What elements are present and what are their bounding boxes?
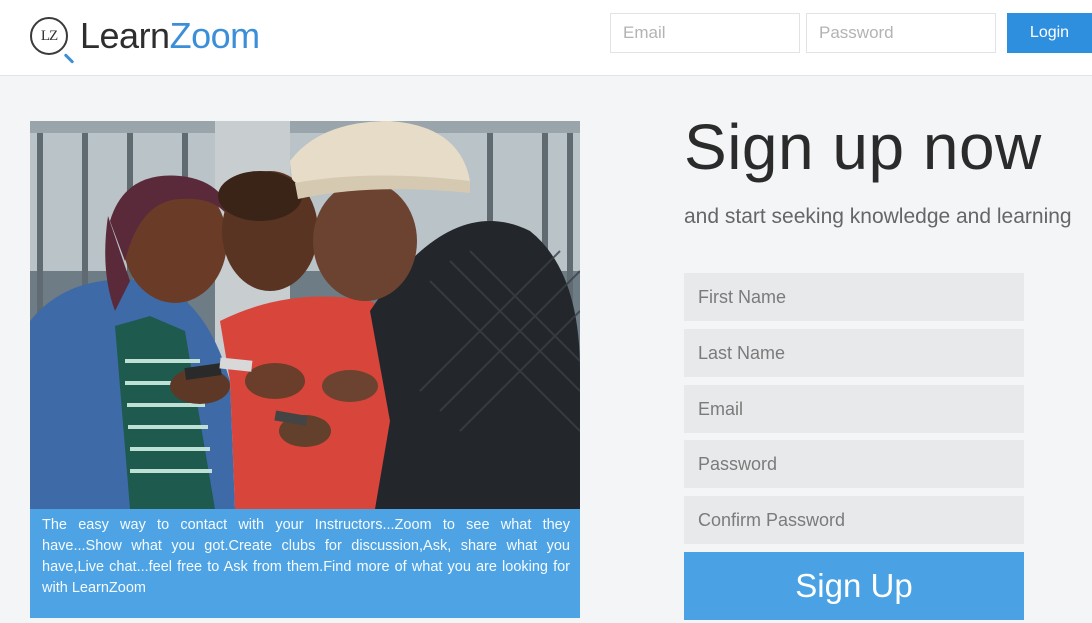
first-name-field[interactable] — [684, 273, 1024, 321]
logo-zoom-text: Zoom — [169, 15, 261, 56]
email-field[interactable] — [684, 385, 1024, 433]
magnifier-logo-icon: LZ — [30, 17, 75, 64]
login-button[interactable]: Login — [1007, 13, 1092, 53]
logo-wordmark: LearnZoom — [80, 18, 260, 54]
signup-subtitle: and start seeking knowledge and learning — [684, 205, 1072, 228]
login-password-input[interactable] — [806, 13, 996, 53]
login-email-input[interactable] — [610, 13, 800, 53]
logo-badge-text: LZ — [40, 27, 58, 44]
confirm-password-field[interactable] — [684, 496, 1024, 544]
sign-up-button[interactable]: Sign Up — [684, 552, 1024, 620]
hero-caption: The easy way to contact with your Instru… — [30, 509, 580, 618]
hero-image: The easy way to contact with your Instru… — [30, 121, 580, 618]
learnzoom-logo[interactable]: LZ LearnZoom — [30, 8, 260, 64]
password-field[interactable] — [684, 440, 1024, 488]
students-photo — [30, 121, 580, 509]
top-navbar: LZ LearnZoom Login — [0, 0, 1092, 76]
last-name-field[interactable] — [684, 329, 1024, 377]
logo-learn-text: Learn — [80, 15, 170, 56]
signup-title: Sign up now — [684, 111, 1042, 183]
